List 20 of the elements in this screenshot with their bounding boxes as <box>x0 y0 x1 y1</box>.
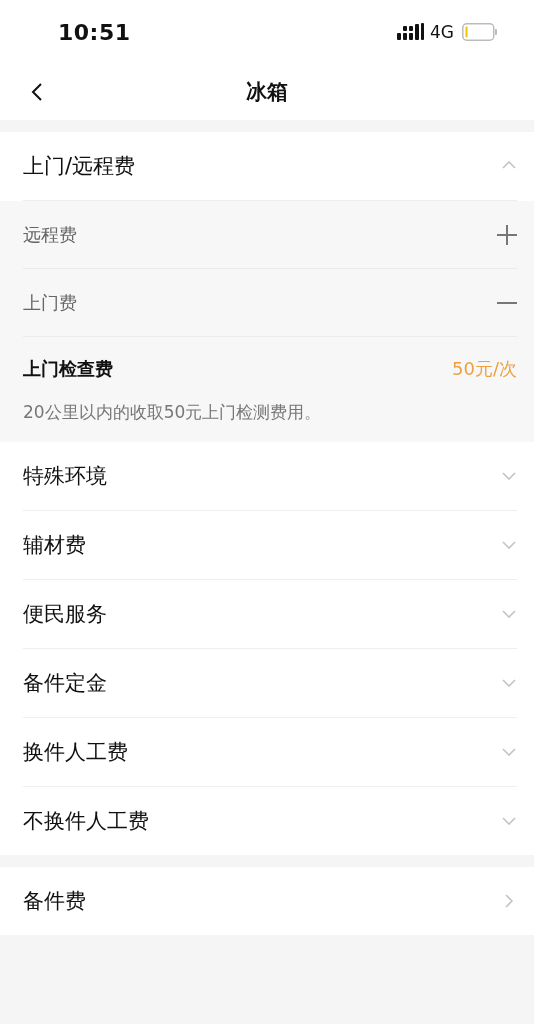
signal-icon <box>397 23 424 41</box>
network-type: 4G <box>430 22 454 42</box>
page-title: 冰箱 <box>246 79 288 106</box>
category-title[interactable]: 便民服务 <box>23 600 107 628</box>
battery-icon <box>462 23 498 41</box>
category-title[interactable]: 不换件人工费 <box>23 807 149 835</box>
fee-name: 上门检查费 <box>23 357 113 381</box>
category-title[interactable]: 换件人工费 <box>23 738 128 766</box>
category-title[interactable]: 特殊环境 <box>23 462 107 490</box>
category-title[interactable]: 备件定金 <box>23 669 107 697</box>
category-title[interactable]: 辅材费 <box>23 531 86 559</box>
fee-description: 20公里以内的收取50元上门检测费用。 <box>23 401 323 424</box>
category-title[interactable]: 备件费 <box>23 887 86 915</box>
category-title[interactable]: 上门/远程费 <box>23 152 136 180</box>
subcategory-title[interactable]: 远程费 <box>23 222 77 247</box>
subcategory-title[interactable]: 上门费 <box>23 290 77 315</box>
plus-icon[interactable] <box>497 224 517 245</box>
status-time: 10:51 <box>58 19 131 45</box>
back-icon[interactable] <box>30 82 44 102</box>
fee-price: 50元/次 <box>452 357 517 381</box>
